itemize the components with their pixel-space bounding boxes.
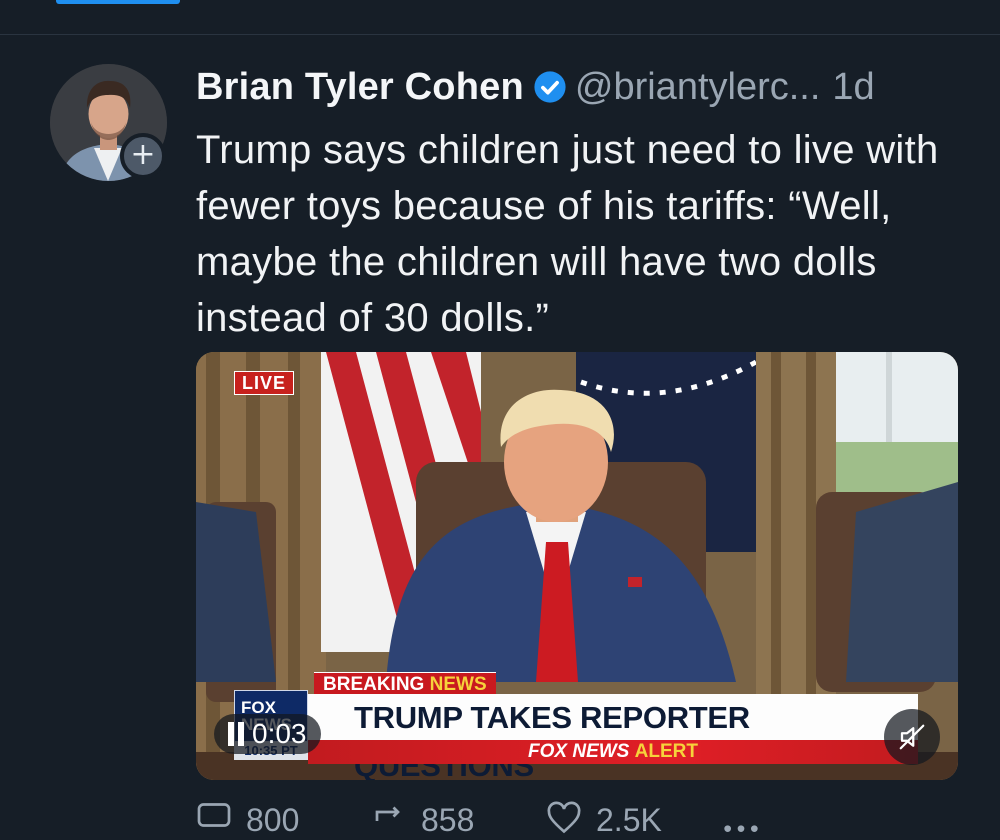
pause-icon[interactable]	[228, 722, 244, 746]
post-timestamp[interactable]: 1d	[832, 66, 874, 109]
more-options-button[interactable]	[721, 800, 896, 840]
repost-count: 858	[421, 802, 475, 838]
alert-brand: FOX NEWS	[528, 741, 630, 762]
mute-button[interactable]	[884, 709, 940, 765]
like-count: 2.5K	[596, 802, 662, 838]
video-player[interactable]: LIVE BREAKING NEWS TRUMP TAKES REPORTER …	[196, 352, 958, 780]
top-tab-bar	[0, 0, 1000, 35]
reply-icon	[197, 803, 231, 827]
breaking-label: BREAKING	[323, 674, 425, 695]
reply-button[interactable]: 800	[196, 800, 371, 840]
elapsed-time: 0:03	[252, 718, 307, 749]
alert-label: ALERT	[634, 741, 698, 762]
active-tab-indicator	[56, 0, 180, 4]
follow-plus-button[interactable]: +	[120, 133, 166, 179]
verified-badge-icon	[534, 71, 566, 103]
breaking-news-tag: BREAKING NEWS	[314, 672, 496, 696]
author-handle[interactable]: @briantylerc...	[575, 66, 821, 109]
repost-icon	[375, 806, 400, 821]
post-body-text: Trump says children just need to live wi…	[196, 128, 939, 340]
live-badge: LIVE	[234, 371, 295, 395]
more-icon	[724, 825, 758, 832]
like-button[interactable]: 2.5K	[546, 800, 721, 840]
reply-count: 800	[246, 802, 300, 838]
author-name[interactable]: Brian Tyler Cohen	[196, 66, 524, 109]
fox-news-alert-bar: FOX NEWS ALERT	[308, 740, 918, 764]
post-header: Brian Tyler Cohen @briantylerc... 1d	[196, 62, 875, 112]
news-headline: TRUMP TAKES REPORTER QUESTIONS	[308, 694, 918, 780]
repost-button[interactable]: 858	[371, 800, 546, 840]
speaker-muted-icon	[899, 724, 925, 750]
post-actions: 800 858 2.5K	[196, 800, 896, 840]
like-icon	[547, 801, 581, 834]
playback-control[interactable]: 0:03	[214, 714, 321, 754]
breaking-news-label: NEWS	[429, 674, 487, 695]
